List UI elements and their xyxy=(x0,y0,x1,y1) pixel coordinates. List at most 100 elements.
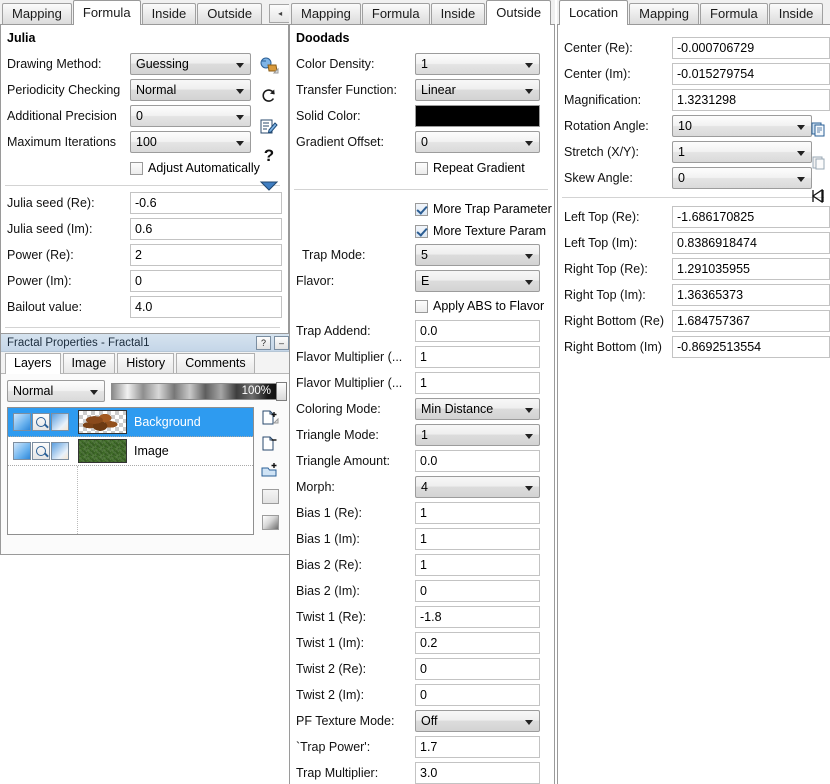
julia-seed-im-input[interactable]: 0.6 xyxy=(130,218,282,240)
doodads-field-input[interactable]: 1 xyxy=(415,528,540,550)
tab-formula-right[interactable]: Formula xyxy=(700,3,768,24)
paste-location-icon[interactable] xyxy=(808,146,828,179)
gradient-layer-icon[interactable] xyxy=(260,513,280,531)
center-re-input[interactable]: -0.000706729 xyxy=(672,37,830,59)
center-im-input[interactable]: -0.015279754 xyxy=(672,63,830,85)
more-texture-parameters-checkbox[interactable]: More Texture Param xyxy=(415,224,546,238)
layer-gradient-icon[interactable] xyxy=(51,442,69,460)
blend-mode-combo[interactable]: Normal xyxy=(7,380,105,402)
layer-gradient-icon[interactable] xyxy=(51,413,69,431)
flavor-combo[interactable]: E xyxy=(415,270,540,292)
layer-zoom-icon[interactable] xyxy=(32,413,50,431)
corner-coordinate-input[interactable]: 0.8386918474 xyxy=(672,232,830,254)
tab-mapping-mid[interactable]: Mapping xyxy=(291,3,361,24)
doodads-field-input[interactable]: 1 xyxy=(415,554,540,576)
solid-color-swatch[interactable] xyxy=(415,105,540,127)
label-gradient-offset: Gradient Offset: xyxy=(296,135,385,149)
goto-icon[interactable] xyxy=(808,179,828,212)
corner-coordinate-input[interactable]: 1.291035955 xyxy=(672,258,830,280)
periodicity-checking-combo[interactable]: Normal xyxy=(130,79,251,101)
expand-icon[interactable] xyxy=(254,171,284,201)
doodads-field-input[interactable]: 1 xyxy=(415,346,540,368)
more-trap-parameters-checkbox[interactable]: More Trap Parameter xyxy=(415,202,552,216)
stretch-xy-combo[interactable]: 1 xyxy=(672,141,812,163)
tab-layers[interactable]: Layers xyxy=(5,353,61,374)
help-icon[interactable]: ? xyxy=(254,141,284,171)
delete-layer-icon[interactable] xyxy=(260,435,280,453)
adjust-automatically-checkbox[interactable]: Adjust Automatically xyxy=(130,161,260,175)
bailout-value-input[interactable]: 4.0 xyxy=(130,296,282,318)
doodads-field-combo[interactable]: Min Distance xyxy=(415,398,540,420)
doodads-field-input[interactable]: 0.0 xyxy=(415,450,540,472)
power-re-input[interactable]: 2 xyxy=(130,244,282,266)
layer-row-image[interactable]: Image xyxy=(8,437,253,466)
tab-location[interactable]: Location xyxy=(559,0,629,25)
maximum-iterations-combo[interactable]: 100 xyxy=(130,131,251,153)
layers-list[interactable]: Background Image xyxy=(7,407,254,535)
additional-precision-combo[interactable]: 0 xyxy=(130,105,251,127)
merge-layer-icon[interactable] xyxy=(260,487,280,505)
magnification-input[interactable]: 1.3231298 xyxy=(672,89,830,111)
doodads-field-input[interactable]: 0 xyxy=(415,658,540,680)
tab-scroll-prev-left[interactable]: ◂ xyxy=(269,4,292,23)
row-julia-seed-im: Julia seed (Im): 0.6 xyxy=(1,216,288,242)
drawing-method-combo[interactable]: Guessing xyxy=(130,53,251,75)
doodads-field-input[interactable]: 0.2 xyxy=(415,632,540,654)
browse-formula-icon[interactable] xyxy=(254,51,284,81)
doodads-field-input[interactable]: 1 xyxy=(415,372,540,394)
doodads-field-input[interactable]: -1.8 xyxy=(415,606,540,628)
corner-coordinate-input[interactable]: -0.8692513554 xyxy=(672,336,830,358)
reload-icon[interactable] xyxy=(254,81,284,111)
corner-coordinate-input[interactable]: 1.36365373 xyxy=(672,284,830,306)
doodads-field-input[interactable]: 0.0 xyxy=(415,320,540,342)
fractal-properties-title: Fractal Properties - Fractal1 xyxy=(7,336,150,349)
layer-visible-icon[interactable] xyxy=(13,413,31,431)
apply-abs-to-flavor-checkbox[interactable]: Apply ABS to Flavor xyxy=(415,299,544,313)
corner-coordinate-input[interactable]: 1.684757367 xyxy=(672,310,830,332)
gradient-offset-combo[interactable]: 0 xyxy=(415,131,540,153)
layer-visible-icon[interactable] xyxy=(13,442,31,460)
doodads-field-input[interactable]: 3.0 xyxy=(415,762,540,784)
doodads-field-input[interactable]: 0 xyxy=(415,580,540,602)
tab-image[interactable]: Image xyxy=(62,353,116,373)
tab-inside-mid[interactable]: Inside xyxy=(430,3,486,24)
transfer-function-combo[interactable]: Linear xyxy=(415,79,540,101)
fractal-properties-titlebar[interactable]: Fractal Properties - Fractal1 ? – xyxy=(1,334,292,352)
trap-mode-combo[interactable]: 5 xyxy=(415,244,540,266)
tab-mapping-right[interactable]: Mapping xyxy=(629,3,700,24)
row-apply-abs-to-flavor: Apply ABS to Flavor xyxy=(290,294,554,318)
help-button[interactable]: ? xyxy=(256,335,271,350)
minimize-button[interactable]: – xyxy=(274,335,289,350)
doodads-field-input[interactable]: 1 xyxy=(415,502,540,524)
tab-outside-mid[interactable]: Outside xyxy=(486,0,552,25)
tab-inside-left[interactable]: Inside xyxy=(141,3,197,24)
doodads-field-combo[interactable]: Off xyxy=(415,710,540,732)
repeat-gradient-checkbox[interactable]: Repeat Gradient xyxy=(415,161,525,175)
opacity-slider[interactable]: 100% xyxy=(111,381,287,401)
doodads-field-combo[interactable]: 4 xyxy=(415,476,540,498)
tab-comments[interactable]: Comments xyxy=(176,353,255,373)
doodads-field-input[interactable]: 1.7 xyxy=(415,736,540,758)
layer-row-background[interactable]: Background xyxy=(8,408,253,437)
tab-formula-left[interactable]: Formula xyxy=(72,0,141,25)
add-layer-icon[interactable] xyxy=(260,409,280,427)
tab-outside-left[interactable]: Outside xyxy=(197,3,263,24)
opacity-slider-thumb[interactable] xyxy=(276,381,287,401)
power-im-input[interactable]: 0 xyxy=(130,270,282,292)
rotation-angle-combo[interactable]: 10 xyxy=(672,115,812,137)
tab-mapping-left[interactable]: Mapping xyxy=(2,3,72,24)
more-trap-parameters-box xyxy=(415,202,428,216)
doodads-field-input[interactable]: 0 xyxy=(415,684,540,706)
layer-zoom-icon[interactable] xyxy=(32,442,50,460)
tab-history[interactable]: History xyxy=(117,353,175,373)
copy-location-icon[interactable] xyxy=(808,113,828,146)
corner-coordinate-input[interactable]: -1.686170825 xyxy=(672,206,830,228)
edit-formula-icon[interactable] xyxy=(254,111,284,141)
row-doodads-field: Flavor Multiplier (... 1 xyxy=(290,370,554,396)
doodads-field-combo[interactable]: 1 xyxy=(415,424,540,446)
color-density-combo[interactable]: 1 xyxy=(415,53,540,75)
tab-formula-mid[interactable]: Formula xyxy=(361,3,430,24)
add-group-icon[interactable] xyxy=(260,461,280,479)
skew-angle-combo[interactable]: 0 xyxy=(672,167,812,189)
tab-inside-right[interactable]: Inside xyxy=(768,3,824,24)
